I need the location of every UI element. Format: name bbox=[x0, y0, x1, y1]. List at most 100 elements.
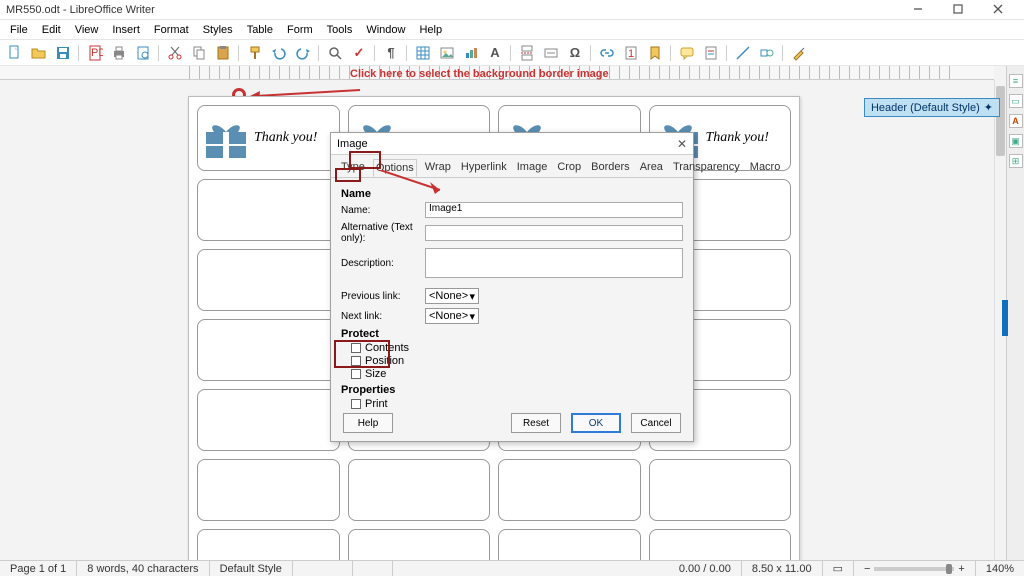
insert-table-icon[interactable] bbox=[412, 42, 434, 64]
status-insert[interactable] bbox=[353, 561, 393, 576]
prev-link-select[interactable]: <None>▾ bbox=[425, 288, 479, 304]
dialog-close-icon[interactable]: ✕ bbox=[677, 137, 687, 151]
sidebar: ≡ ▭ A ▣ ⊞ bbox=[1006, 66, 1024, 560]
help-button[interactable]: Help bbox=[343, 413, 393, 433]
menu-edit[interactable]: Edit bbox=[36, 22, 67, 38]
page-break-icon[interactable] bbox=[516, 42, 538, 64]
cut-icon[interactable] bbox=[164, 42, 186, 64]
insert-special-char-icon[interactable]: Ω bbox=[564, 42, 586, 64]
separator: │ bbox=[236, 42, 242, 64]
next-link-label: Next link: bbox=[341, 311, 425, 322]
titlebar: MR550.odt - LibreOffice Writer bbox=[0, 0, 1024, 20]
tab-type[interactable]: Type bbox=[339, 159, 367, 177]
menu-styles[interactable]: Styles bbox=[197, 22, 239, 38]
status-lang[interactable] bbox=[293, 561, 353, 576]
status-view-icon[interactable]: ▭ bbox=[823, 561, 854, 576]
sidebar-navigator-icon[interactable]: ⊞ bbox=[1009, 154, 1023, 168]
print-preview-icon[interactable] bbox=[132, 42, 154, 64]
tab-wrap[interactable]: Wrap bbox=[423, 159, 453, 177]
zoom-in-icon[interactable]: + bbox=[958, 563, 964, 575]
checkbox-size[interactable]: Size bbox=[351, 368, 683, 380]
checkbox-position[interactable]: Position bbox=[351, 355, 683, 367]
desc-input[interactable] bbox=[425, 248, 683, 278]
close-button[interactable] bbox=[978, 3, 1018, 17]
menu-view[interactable]: View bbox=[69, 22, 105, 38]
menu-insert[interactable]: Insert bbox=[106, 22, 146, 38]
status-position: 0.00 / 0.00 bbox=[669, 561, 742, 576]
reset-button[interactable]: Reset bbox=[511, 413, 561, 433]
name-input[interactable]: Image1 bbox=[425, 202, 683, 218]
print-icon[interactable] bbox=[108, 42, 130, 64]
insert-image-icon[interactable] bbox=[436, 42, 458, 64]
insert-field-icon[interactable] bbox=[540, 42, 562, 64]
tab-hyperlink[interactable]: Hyperlink bbox=[459, 159, 509, 177]
status-style[interactable]: Default Style bbox=[210, 561, 293, 576]
insert-bookmark-icon[interactable] bbox=[644, 42, 666, 64]
section-protect: Protect bbox=[341, 328, 683, 340]
menu-file[interactable]: File bbox=[4, 22, 34, 38]
separator: │ bbox=[404, 42, 410, 64]
copy-icon[interactable] bbox=[188, 42, 210, 64]
alt-label: Alternative (Text only): bbox=[341, 222, 425, 244]
cancel-button[interactable]: Cancel bbox=[631, 413, 681, 433]
undo-icon[interactable] bbox=[268, 42, 290, 64]
paste-icon[interactable] bbox=[212, 42, 234, 64]
dialog-tabs: Type Options Wrap Hyperlink Image Crop B… bbox=[331, 155, 693, 178]
line-icon[interactable] bbox=[732, 42, 754, 64]
new-icon[interactable] bbox=[4, 42, 26, 64]
tab-borders[interactable]: Borders bbox=[589, 159, 632, 177]
tab-transparency[interactable]: Transparency bbox=[671, 159, 742, 177]
sidebar-handle[interactable] bbox=[1002, 300, 1008, 336]
ok-button[interactable]: OK bbox=[571, 413, 621, 433]
menu-window[interactable]: Window bbox=[360, 22, 411, 38]
insert-hyperlink-icon[interactable] bbox=[596, 42, 618, 64]
formatting-marks-icon[interactable]: ¶ bbox=[380, 42, 402, 64]
next-link-select[interactable]: <None>▾ bbox=[425, 308, 479, 324]
basic-shapes-icon[interactable] bbox=[756, 42, 778, 64]
insert-textbox-icon[interactable]: A bbox=[484, 42, 506, 64]
insert-chart-icon[interactable] bbox=[460, 42, 482, 64]
menu-form[interactable]: Form bbox=[281, 22, 319, 38]
show-draw-functions-icon[interactable] bbox=[788, 42, 810, 64]
insert-footnote-icon[interactable]: 1 bbox=[620, 42, 642, 64]
header-badge[interactable]: Header (Default Style) ✦ bbox=[864, 98, 1000, 117]
export-pdf-icon[interactable]: PDF bbox=[84, 42, 106, 64]
name-label: Name: bbox=[341, 205, 425, 216]
sidebar-properties-icon[interactable]: ≡ bbox=[1009, 74, 1023, 88]
open-icon[interactable] bbox=[28, 42, 50, 64]
section-name: Name bbox=[341, 188, 683, 200]
tab-macro[interactable]: Macro bbox=[748, 159, 783, 177]
spellcheck-icon[interactable]: ✓ bbox=[348, 42, 370, 64]
dialog-body: Name Name: Image1 Alternative (Text only… bbox=[331, 178, 693, 417]
menu-tools[interactable]: Tools bbox=[321, 22, 359, 38]
alt-input[interactable] bbox=[425, 225, 683, 241]
sidebar-styles-icon[interactable]: A bbox=[1009, 114, 1023, 128]
insert-comment-icon[interactable] bbox=[676, 42, 698, 64]
checkbox-print[interactable]: Print bbox=[351, 398, 683, 410]
menu-table[interactable]: Table bbox=[241, 22, 279, 38]
menu-format[interactable]: Format bbox=[148, 22, 195, 38]
menu-help[interactable]: Help bbox=[413, 22, 448, 38]
maximize-button[interactable] bbox=[938, 3, 978, 17]
sidebar-page-icon[interactable]: ▭ bbox=[1009, 94, 1023, 108]
tab-crop[interactable]: Crop bbox=[555, 159, 583, 177]
minimize-button[interactable] bbox=[898, 3, 938, 17]
dialog-titlebar[interactable]: Image ✕ bbox=[331, 133, 693, 155]
redo-icon[interactable] bbox=[292, 42, 314, 64]
zoom-value[interactable]: 140% bbox=[976, 561, 1024, 576]
status-words[interactable]: 8 words, 40 characters bbox=[77, 561, 209, 576]
clone-formatting-icon[interactable] bbox=[244, 42, 266, 64]
sidebar-gallery-icon[interactable]: ▣ bbox=[1009, 134, 1023, 148]
zoom-out-icon[interactable]: − bbox=[864, 563, 870, 575]
status-page[interactable]: Page 1 of 1 bbox=[0, 561, 77, 576]
zoom-slider[interactable]: − + bbox=[854, 561, 976, 576]
tab-options[interactable]: Options bbox=[373, 159, 417, 177]
tab-area[interactable]: Area bbox=[638, 159, 665, 177]
find-icon[interactable] bbox=[324, 42, 346, 64]
tab-image[interactable]: Image bbox=[515, 159, 550, 177]
gift-icon bbox=[204, 116, 248, 160]
checkbox-contents[interactable]: Contents bbox=[351, 342, 683, 354]
track-changes-icon[interactable] bbox=[700, 42, 722, 64]
desc-label: Description: bbox=[341, 258, 425, 269]
save-icon[interactable] bbox=[52, 42, 74, 64]
